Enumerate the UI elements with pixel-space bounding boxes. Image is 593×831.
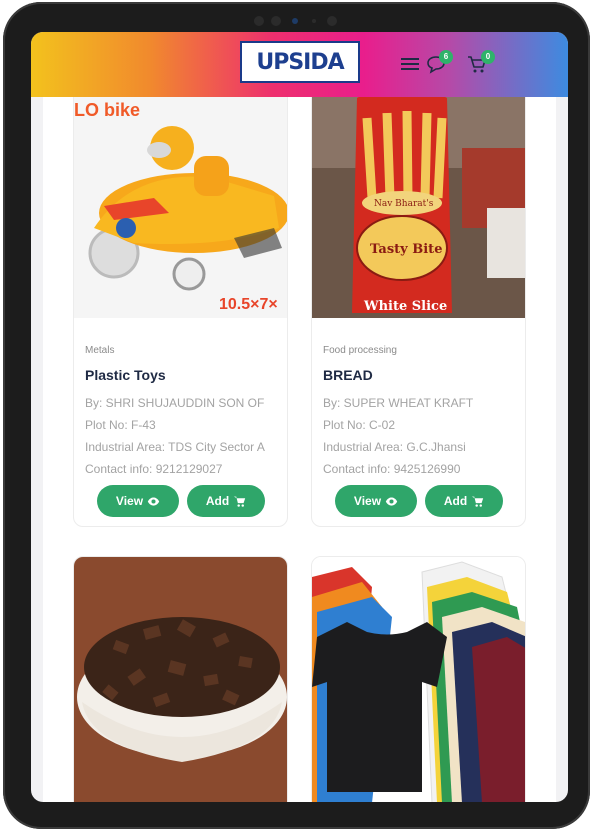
product-image-bread[interactable]: Nav Bharat's Tasty Bite White Slice xyxy=(312,78,526,318)
view-button-label: View xyxy=(353,494,382,508)
product-card: Nav Bharat's Tasty Bite White Slice Food… xyxy=(311,77,526,527)
product-card xyxy=(73,556,288,802)
camera-sensor xyxy=(312,19,316,23)
chat-count-badge: 6 xyxy=(439,50,453,64)
cart-icon xyxy=(471,496,484,507)
add-to-cart-button[interactable]: Add xyxy=(187,485,265,517)
add-button-label: Add xyxy=(205,494,230,508)
product-title[interactable]: BREAD xyxy=(323,367,373,383)
eye-icon xyxy=(385,496,398,506)
product-contact: Contact info: 9212129027 xyxy=(85,462,223,476)
camera-dot xyxy=(327,16,337,26)
view-button[interactable]: View xyxy=(97,485,179,517)
image-product-name: Tasty Bite xyxy=(370,242,442,257)
top-header: UPSIDA 6 0 xyxy=(31,32,568,97)
product-card xyxy=(311,556,526,802)
product-category: Food processing xyxy=(323,345,397,356)
image-caption-bottom: 10.5×7× xyxy=(219,296,278,313)
tablet-frame: UPSIDA 6 0 LO bike 10.5×7× Metals Plasti… xyxy=(3,2,590,829)
site-logo[interactable]: UPSIDA xyxy=(240,41,360,83)
view-button-label: View xyxy=(115,494,144,508)
product-list: LO bike 10.5×7× Metals Plastic Toys By: … xyxy=(43,77,556,802)
add-to-cart-button[interactable]: Add xyxy=(425,485,503,517)
image-caption-top: LO bike xyxy=(74,100,140,120)
logo-text: UPSIDA xyxy=(256,49,344,75)
product-area: Industrial Area: TDS City Sector A xyxy=(85,440,265,454)
cart-count-badge: 0 xyxy=(481,50,495,64)
product-image-tshirts[interactable] xyxy=(312,557,526,802)
view-button[interactable]: View xyxy=(335,485,417,517)
product-seller: By: SHRI SHUJAUDDIN SON OF xyxy=(85,396,265,410)
product-plot: Plot No: C-02 xyxy=(323,418,396,432)
product-card: LO bike 10.5×7× Metals Plastic Toys By: … xyxy=(73,77,288,527)
product-contact: Contact info: 9425126990 xyxy=(323,462,461,476)
screen: UPSIDA 6 0 LO bike 10.5×7× Metals Plasti… xyxy=(31,32,568,802)
image-caption-bottom: White Slice xyxy=(363,299,447,314)
product-title[interactable]: Plastic Toys xyxy=(85,367,166,383)
camera-dot xyxy=(271,16,281,26)
eye-icon xyxy=(147,496,160,506)
camera-dot xyxy=(254,16,264,26)
product-category: Metals xyxy=(85,345,115,356)
product-seller: By: SUPER WHEAT KRAFT xyxy=(323,396,474,410)
product-area: Industrial Area: G.C.Jhansi xyxy=(323,440,466,454)
product-image-toy-bike[interactable]: LO bike 10.5×7× xyxy=(74,78,288,318)
cart-icon xyxy=(233,496,246,507)
camera-lens xyxy=(292,18,298,24)
product-image-dried-food[interactable] xyxy=(74,557,288,802)
hamburger-menu-icon[interactable] xyxy=(399,54,421,74)
product-plot: Plot No: F-43 xyxy=(85,418,156,432)
add-button-label: Add xyxy=(443,494,468,508)
image-brand-text: Nav Bharat's xyxy=(374,199,434,209)
